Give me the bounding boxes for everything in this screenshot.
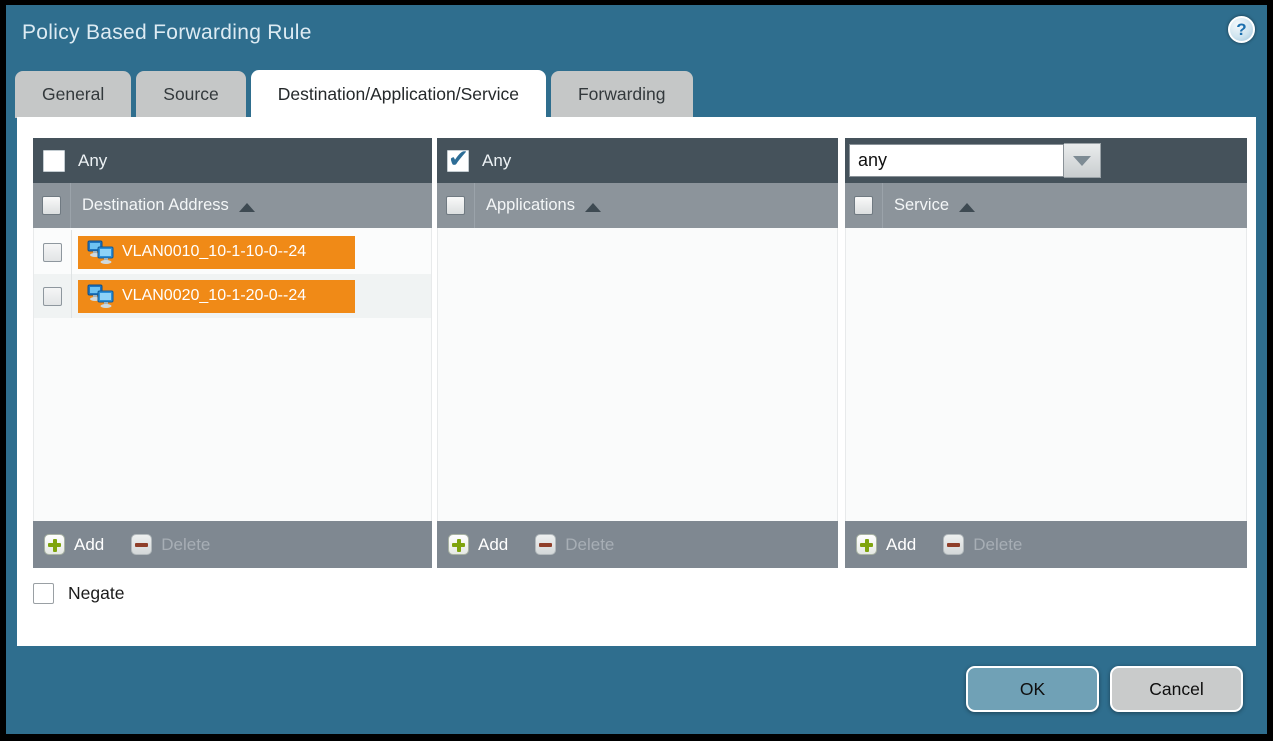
applications-list xyxy=(437,228,838,521)
applications-footer: Add Delete xyxy=(437,521,838,568)
row-checkbox[interactable] xyxy=(43,287,62,306)
table-row: VLAN0010_10-1-10-0--24 xyxy=(34,230,431,274)
service-add-button[interactable]: Add xyxy=(856,534,916,555)
destination-select-all-checkbox[interactable] xyxy=(42,196,61,215)
service-dropdown-bar: any xyxy=(845,138,1247,183)
applications-any-checkbox[interactable] xyxy=(447,150,469,172)
applications-delete-button[interactable]: Delete xyxy=(535,534,614,555)
applications-any-bar: Any xyxy=(437,138,838,183)
applications-select-all-checkbox[interactable] xyxy=(446,196,465,215)
table-row: VLAN0020_10-1-20-0--24 xyxy=(34,274,431,318)
help-icon[interactable]: ? xyxy=(1228,16,1255,43)
plus-icon xyxy=(44,534,65,555)
destination-any-label: Any xyxy=(78,151,107,171)
ok-button[interactable]: OK xyxy=(966,666,1099,712)
minus-icon xyxy=(535,534,556,555)
cancel-button[interactable]: Cancel xyxy=(1110,666,1243,712)
tab-general[interactable]: General xyxy=(15,71,131,118)
plus-icon xyxy=(856,534,877,555)
sort-up-icon xyxy=(239,203,255,212)
service-type-value[interactable]: any xyxy=(849,144,1064,177)
destination-any-bar: Any xyxy=(33,138,432,183)
applications-add-button[interactable]: Add xyxy=(448,534,508,555)
dialog-title: Policy Based Forwarding Rule xyxy=(22,21,312,45)
applications-column-label: Applications xyxy=(486,196,575,215)
chevron-down-icon xyxy=(1073,156,1091,166)
service-column-header[interactable]: Service xyxy=(845,183,1247,228)
service-footer: Add Delete xyxy=(845,521,1247,568)
service-panel: any Service Add D xyxy=(845,138,1247,568)
sort-up-icon xyxy=(959,203,975,212)
service-list xyxy=(845,228,1247,521)
negate-row: Negate xyxy=(33,583,124,604)
destination-column-header[interactable]: Destination Address xyxy=(33,183,432,228)
tab-source[interactable]: Source xyxy=(136,71,245,118)
network-nodes-icon xyxy=(87,240,114,264)
destination-column-label: Destination Address xyxy=(82,196,229,215)
sort-up-icon xyxy=(585,203,601,212)
service-select-all-checkbox[interactable] xyxy=(854,196,873,215)
negate-label: Negate xyxy=(68,583,124,604)
row-checkbox[interactable] xyxy=(43,243,62,262)
dropdown-button[interactable] xyxy=(1064,143,1101,178)
destination-address-list: VLAN0010_10-1-10-0--24 xyxy=(33,228,432,521)
destination-address-panel: Any Destination Address xyxy=(33,138,432,568)
service-type-dropdown[interactable]: any xyxy=(849,143,1101,178)
dialog-action-buttons: OK Cancel xyxy=(966,666,1243,712)
minus-icon xyxy=(943,534,964,555)
destination-address-label: VLAN0010_10-1-10-0--24 xyxy=(122,243,306,261)
service-column-label: Service xyxy=(894,196,949,215)
policy-forwarding-dialog: Policy Based Forwarding Rule ? General S… xyxy=(6,5,1267,734)
destination-any-checkbox[interactable] xyxy=(43,150,65,172)
destination-footer: Add Delete xyxy=(33,521,432,568)
applications-any-label: Any xyxy=(482,151,511,171)
service-delete-button[interactable]: Delete xyxy=(943,534,1022,555)
tab-forwarding[interactable]: Forwarding xyxy=(551,71,693,118)
applications-panel: Any Applications Add Delete xyxy=(437,138,838,568)
destination-add-button[interactable]: Add xyxy=(44,534,104,555)
destination-address-entry[interactable]: VLAN0020_10-1-20-0--24 xyxy=(78,280,355,313)
applications-column-header[interactable]: Applications xyxy=(437,183,838,228)
tab-destination-application-service[interactable]: Destination/Application/Service xyxy=(251,70,546,118)
destination-address-entry[interactable]: VLAN0010_10-1-10-0--24 xyxy=(78,236,355,269)
destination-delete-button[interactable]: Delete xyxy=(131,534,210,555)
destination-address-label: VLAN0020_10-1-20-0--24 xyxy=(122,287,306,305)
tab-content: Any Destination Address xyxy=(17,117,1256,646)
plus-icon xyxy=(448,534,469,555)
tab-bar: General Source Destination/Application/S… xyxy=(15,70,693,118)
minus-icon xyxy=(131,534,152,555)
network-nodes-icon xyxy=(87,284,114,308)
negate-checkbox[interactable] xyxy=(33,583,54,604)
